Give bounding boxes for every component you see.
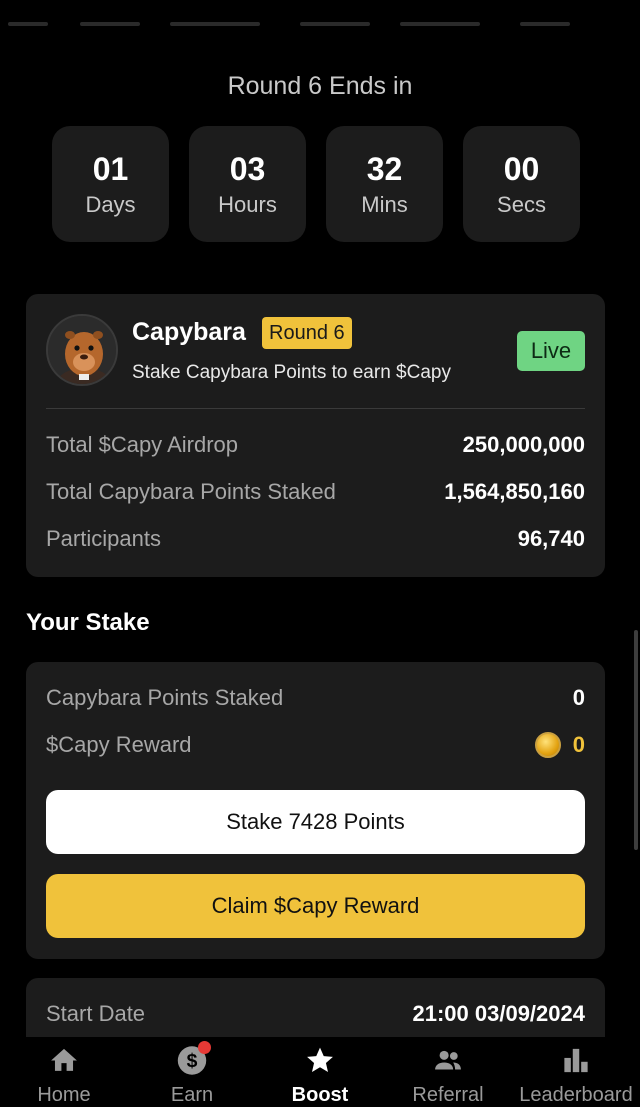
stat-row-points-staked: Total Capybara Points Staked 1,564,850,1… xyxy=(46,477,585,507)
notification-dot xyxy=(198,1041,211,1054)
countdown-unit: Secs xyxy=(497,192,546,217)
reward-label: $Capy Reward xyxy=(46,732,192,757)
pool-card: Capybara Round 6 Stake Capybara Points t… xyxy=(26,294,605,577)
bottom-navigation: Home $ Earn Boost Referral Leaderboard xyxy=(0,1037,640,1107)
bar-chart-icon xyxy=(564,1048,588,1073)
nav-item-boost[interactable]: Boost xyxy=(256,1037,384,1107)
start-date-value: 21:00 03/09/2024 xyxy=(412,1001,586,1026)
live-status-badge: Live xyxy=(517,331,585,371)
your-stake-card: Capybara Points Staked 0 $Capy Reward 0 … xyxy=(26,662,605,959)
svg-text:$: $ xyxy=(187,1050,198,1072)
nav-label: Home xyxy=(37,1084,91,1106)
stat-label: Total Capybara Points Staked xyxy=(46,479,336,504)
countdown-unit: Hours xyxy=(218,192,277,217)
people-icon xyxy=(435,1050,461,1070)
your-stake-heading: Your Stake xyxy=(26,609,150,636)
home-icon xyxy=(51,1048,77,1071)
nav-item-referral[interactable]: Referral xyxy=(384,1037,512,1107)
points-staked-value: 0 xyxy=(572,685,585,710)
nav-item-leaderboard[interactable]: Leaderboard xyxy=(512,1037,640,1107)
nav-label: Referral xyxy=(412,1084,484,1106)
nav-label: Boost xyxy=(291,1084,349,1106)
countdown-mins: 32 Mins xyxy=(326,126,443,242)
start-date-row: Start Date 21:00 03/09/2024 xyxy=(46,999,585,1029)
top-edge-decoration xyxy=(0,18,640,32)
capybara-avatar-icon xyxy=(46,314,118,386)
stat-row-participants: Participants 96,740 xyxy=(46,524,585,554)
nav-label: Leaderboard xyxy=(519,1084,633,1106)
countdown-value: 01 xyxy=(92,151,129,187)
nav-item-earn[interactable]: $ Earn xyxy=(128,1037,256,1107)
stat-label: Total $Capy Airdrop xyxy=(46,432,238,457)
countdown-unit: Days xyxy=(85,192,136,217)
countdown-days: 01 Days xyxy=(52,126,169,242)
stat-value: 1,564,850,160 xyxy=(444,479,585,504)
coin-icon xyxy=(534,732,561,758)
stat-value: 250,000,000 xyxy=(462,432,585,457)
claim-reward-button[interactable]: Claim $Capy Reward xyxy=(46,874,585,938)
reward-row: $Capy Reward 0 xyxy=(46,730,585,760)
reward-value: 0 xyxy=(572,732,585,757)
nav-label: Earn xyxy=(170,1084,214,1106)
stake-points-button[interactable]: Stake 7428 Points xyxy=(46,790,585,854)
divider xyxy=(46,408,585,409)
countdown-hours: 03 Hours xyxy=(189,126,306,242)
round-badge: Round 6 xyxy=(262,317,352,349)
reward-value-group: 0 xyxy=(534,732,585,758)
pool-description: Stake Capybara Points to earn $Capy xyxy=(132,362,451,383)
start-date-label: Start Date xyxy=(46,1001,146,1026)
pool-name: Capybara xyxy=(132,318,246,346)
countdown-value: 03 xyxy=(229,151,266,187)
star-icon xyxy=(307,1047,333,1072)
scrollbar[interactable] xyxy=(634,630,638,850)
countdown-secs: 00 Secs xyxy=(463,126,580,242)
countdown-value: 00 xyxy=(503,151,540,187)
points-staked-label: Capybara Points Staked xyxy=(46,685,284,710)
stat-row-airdrop: Total $Capy Airdrop 250,000,000 xyxy=(46,430,585,460)
countdown-value: 32 xyxy=(366,151,403,187)
countdown-timer: 01 Days 03 Hours 32 Mins 00 Secs xyxy=(52,126,580,242)
nav-item-home[interactable]: Home xyxy=(0,1037,128,1107)
round-countdown-title: Round 6 Ends in xyxy=(227,72,413,100)
stat-value: 96,740 xyxy=(517,526,585,551)
stat-label: Participants xyxy=(46,526,161,551)
points-staked-row: Capybara Points Staked 0 xyxy=(46,683,585,713)
countdown-unit: Mins xyxy=(361,192,408,217)
